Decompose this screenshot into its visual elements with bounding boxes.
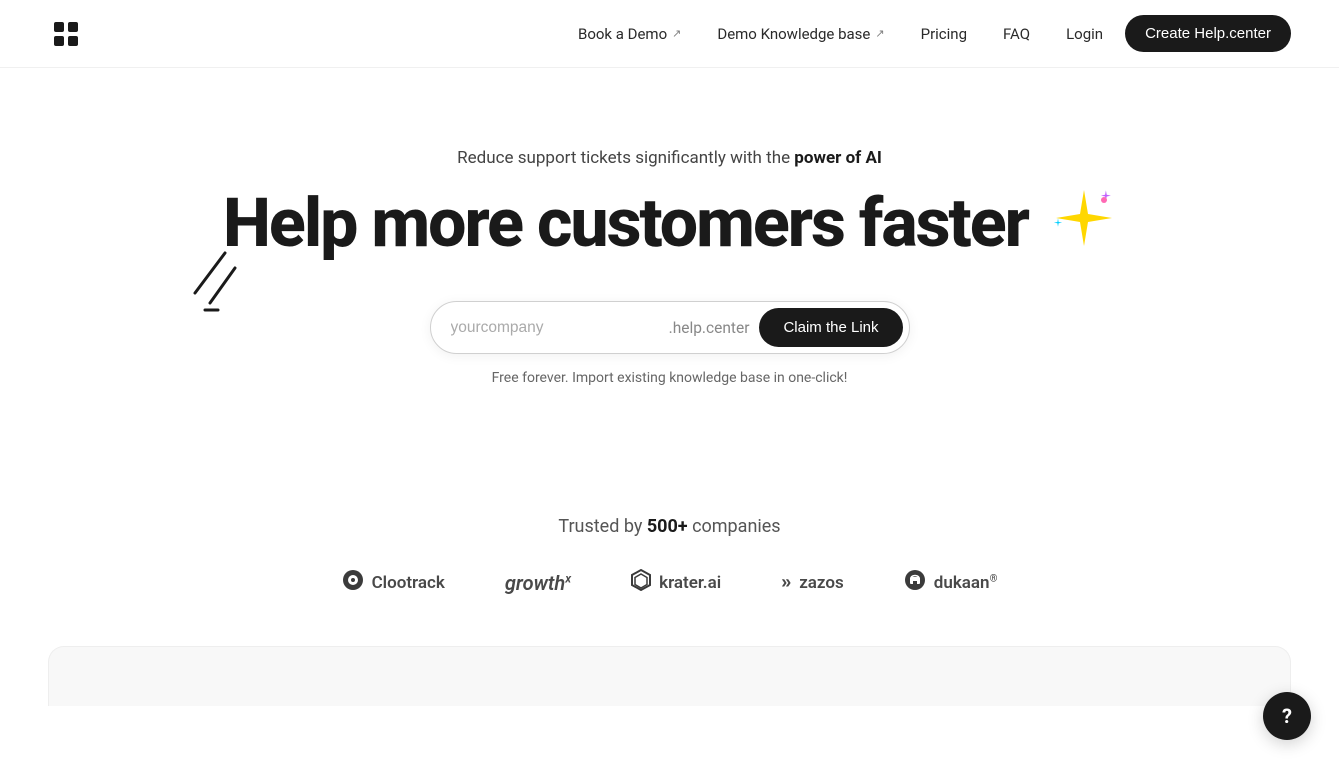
hero-subtitle-normal: Reduce support tickets significantly wit… <box>457 148 794 168</box>
logo-dukaan: dukaan® <box>904 569 998 596</box>
domain-suffix: .help.center <box>669 319 750 337</box>
decorative-lines <box>190 248 250 318</box>
trusted-section: Trusted by 500+ companies Clootrack grow… <box>0 516 1339 646</box>
help-button[interactable]: ? <box>1263 692 1311 740</box>
trusted-prefix: Trusted by <box>558 516 646 537</box>
krater-label: krater.ai <box>659 573 721 593</box>
nav-logo[interactable] <box>48 16 84 52</box>
hero-note: Free forever. Import existing knowledge … <box>492 370 848 386</box>
trusted-count: 500+ <box>647 516 688 537</box>
nav-pricing-label: Pricing <box>921 25 967 43</box>
dukaan-label: dukaan® <box>934 573 998 593</box>
trusted-title: Trusted by 500+ companies <box>558 516 780 537</box>
navbar: Book a Demo ↗ Demo Knowledge base ↗ Pric… <box>0 0 1339 68</box>
logo-zazos: » zazos <box>781 572 844 593</box>
sparkle-icon <box>1052 186 1116 261</box>
logo-growthx: growthx <box>505 571 571 595</box>
growthx-label: growthx <box>505 571 571 595</box>
nav-book-demo-label: Book a Demo <box>578 25 667 43</box>
hero-title-text: Help more customers faster <box>223 188 1028 259</box>
nav-pricing[interactable]: Pricing <box>907 17 981 51</box>
claim-form: .help.center Claim the Link <box>430 301 910 354</box>
logo-clootrack: Clootrack <box>342 569 445 596</box>
clootrack-label: Clootrack <box>372 573 445 593</box>
zazos-icon: » <box>781 572 791 593</box>
hero-title: Help more customers faster <box>223 186 1116 261</box>
external-icon-2: ↗ <box>875 27 884 40</box>
claim-link-button[interactable]: Claim the Link <box>759 308 902 347</box>
clootrack-icon <box>342 569 364 596</box>
zazos-label: zazos <box>799 573 844 593</box>
nav-demo-kb[interactable]: Demo Knowledge base ↗ <box>703 17 898 51</box>
krater-icon <box>631 569 651 596</box>
nav-demo-kb-label: Demo Knowledge base <box>717 25 870 43</box>
nav-login[interactable]: Login <box>1052 17 1117 51</box>
nav-faq[interactable]: FAQ <box>989 17 1044 51</box>
trusted-suffix: companies <box>688 516 781 537</box>
logo-krater: krater.ai <box>631 569 721 596</box>
bottom-card-peek <box>48 646 1291 706</box>
hero-subtitle: Reduce support tickets significantly wit… <box>457 148 882 168</box>
nav-faq-label: FAQ <box>1003 25 1030 43</box>
external-icon: ↗ <box>672 27 681 40</box>
nav-cta-button[interactable]: Create Help.center <box>1125 15 1291 52</box>
dukaan-icon <box>904 569 926 596</box>
hero-section: Reduce support tickets significantly wit… <box>0 68 1339 516</box>
logos-row: Clootrack growthx krater.ai » zazos <box>342 569 998 596</box>
nav-book-demo[interactable]: Book a Demo ↗ <box>564 17 695 51</box>
company-input[interactable] <box>451 319 669 337</box>
nav-links: Book a Demo ↗ Demo Knowledge base ↗ Pric… <box>564 15 1291 52</box>
hero-subtitle-bold: power of AI <box>794 148 882 168</box>
